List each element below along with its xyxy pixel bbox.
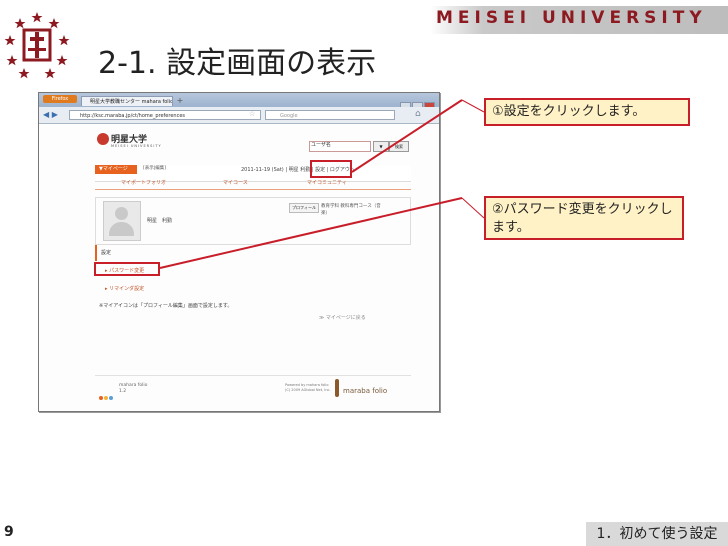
callout-step1: ①設定をクリックします。 [484,98,690,126]
page-number: 9 [4,524,14,540]
callout-step2: ②パスワード変更をクリックします。 [484,196,684,240]
section-label: 1．初めて使う設定 [586,522,728,546]
callout-connectors [159,99,485,269]
